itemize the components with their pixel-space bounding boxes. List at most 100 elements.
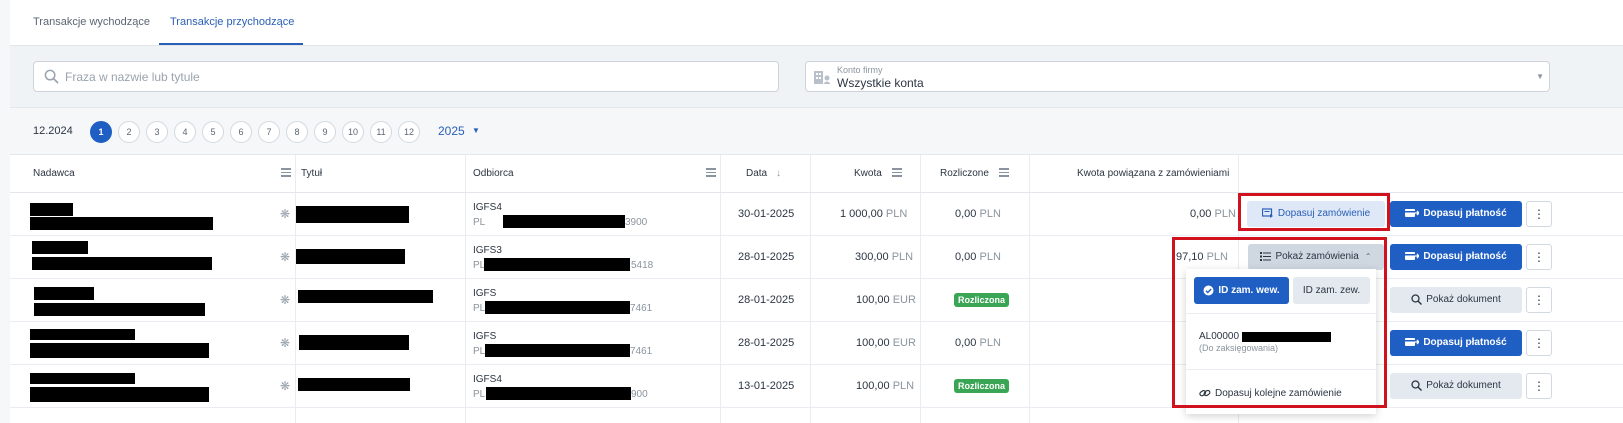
- payment-icon: [1405, 338, 1420, 347]
- month-pill-1[interactable]: 1: [90, 121, 112, 143]
- receiver-name: IGFS: [473, 288, 497, 299]
- more-actions-button[interactable]: ⋮: [1526, 330, 1552, 356]
- building-icon: [814, 71, 831, 84]
- company-account-value: Wszystkie konta: [837, 76, 924, 90]
- more-actions-button[interactable]: ⋮: [1526, 373, 1552, 399]
- chevron-down-icon: ▼: [1536, 72, 1544, 81]
- redacted-title: [299, 335, 409, 350]
- column-menu-icon[interactable]: [706, 168, 716, 178]
- search-input[interactable]: [65, 62, 765, 91]
- active-tab-indicator: [159, 43, 303, 45]
- payment-icon: [1405, 209, 1420, 218]
- search-icon: [1411, 294, 1423, 305]
- redacted-title: [296, 206, 409, 223]
- amount-cell: 300,00 PLN: [855, 251, 914, 263]
- redacted-account: [485, 344, 630, 357]
- month-pill-7[interactable]: 7: [258, 121, 280, 143]
- highlight-box: [1172, 237, 1387, 408]
- month-pill-5[interactable]: 5: [202, 121, 224, 143]
- redacted-sender: [34, 287, 94, 300]
- previous-month-link[interactable]: 12.2024: [33, 125, 73, 137]
- receiver-account-prefix: PL: [473, 303, 486, 314]
- month-pill-2[interactable]: 2: [118, 121, 140, 143]
- transaction-date: 28-01-2025: [738, 251, 795, 263]
- show-document-button[interactable]: Pokaż dokument: [1390, 373, 1522, 399]
- transaction-date: 30-01-2025: [738, 208, 795, 220]
- gear-icon[interactable]: ❋: [280, 250, 290, 264]
- receiver-account-tail: 3900: [625, 217, 648, 228]
- redacted-account: [485, 301, 630, 314]
- gear-icon[interactable]: ❋: [280, 336, 290, 350]
- redacted-sender: [30, 387, 209, 402]
- column-header-sender[interactable]: Nadawca: [33, 168, 75, 179]
- month-pill-3[interactable]: 3: [146, 121, 168, 143]
- redacted-sender: [30, 343, 209, 358]
- filter-bar: Konto firmy Wszystkie konta ▼: [10, 46, 1623, 108]
- transaction-date: 13-01-2025: [738, 380, 795, 392]
- receiver-name: IGFS: [473, 331, 497, 342]
- tab-incoming[interactable]: Transakcje przychodzące: [170, 16, 294, 28]
- highlight-box: [1238, 193, 1390, 231]
- more-actions-button[interactable]: ⋮: [1526, 287, 1552, 313]
- month-pill-9[interactable]: 9: [314, 121, 336, 143]
- search-box[interactable]: [33, 61, 779, 92]
- gear-icon[interactable]: ❋: [280, 207, 290, 221]
- receiver-account-prefix: PL: [473, 217, 486, 228]
- amount-cell: 1 000,00 PLN: [840, 208, 908, 220]
- match-payment-button[interactable]: Dopasuj płatność: [1390, 201, 1522, 227]
- month-pill-11[interactable]: 11: [370, 121, 392, 143]
- match-payment-button[interactable]: Dopasuj płatność: [1390, 244, 1522, 270]
- more-actions-button[interactable]: ⋮: [1526, 201, 1552, 227]
- tab-outgoing[interactable]: Transakcje wychodzące: [33, 16, 150, 28]
- receiver-account-tail: 7461: [630, 303, 653, 314]
- amount-cell: 100,00 PLN: [856, 380, 915, 392]
- month-pill-8[interactable]: 8: [286, 121, 308, 143]
- receiver-name: IGFS4: [473, 202, 502, 213]
- show-document-button[interactable]: Pokaż dokument: [1390, 287, 1522, 313]
- app-root: Transakcje wychodzące Transakcje przycho…: [0, 0, 1623, 423]
- month-pill-10[interactable]: 10: [342, 121, 364, 143]
- year-select[interactable]: 2025: [438, 124, 465, 138]
- search-icon: [1411, 380, 1423, 391]
- redacted-account: [484, 258, 630, 271]
- column-menu-icon[interactable]: [281, 168, 291, 178]
- amount-cell: 100,00 EUR: [856, 294, 916, 306]
- column-header-date[interactable]: Data: [746, 168, 767, 179]
- linked-amount-cell: 0,00 PLN: [1190, 208, 1236, 220]
- redacted-sender: [30, 329, 135, 340]
- month-selector: 12.2024 1 2 3 4 5 6 7 8 9 10 11 12 2025 …: [10, 108, 1623, 154]
- receiver-account-tail: 900: [631, 389, 648, 400]
- column-header-receiver[interactable]: Odbiorca: [473, 168, 514, 179]
- redacted-sender: [32, 257, 212, 270]
- month-pill-12[interactable]: 12: [398, 121, 420, 143]
- column-header-linked-amount[interactable]: Kwota powiązana z zamówieniami: [1077, 168, 1229, 179]
- settled-cell: 0,00 PLN: [955, 251, 1001, 263]
- sort-down-icon[interactable]: ↓: [776, 168, 781, 179]
- match-payment-button[interactable]: Dopasuj płatność: [1390, 330, 1522, 356]
- receiver-name: IGFS4: [473, 374, 502, 385]
- column-menu-icon[interactable]: [892, 168, 902, 178]
- month-pill-4[interactable]: 4: [174, 121, 196, 143]
- settled-cell: 0,00 PLN: [955, 208, 1001, 220]
- redacted-sender: [32, 241, 88, 254]
- column-header-amount[interactable]: Kwota: [854, 168, 882, 179]
- transaction-date: 28-01-2025: [738, 294, 795, 306]
- amount-cell: 100,00 EUR: [856, 337, 916, 349]
- gear-icon[interactable]: ❋: [280, 379, 290, 393]
- payment-icon: [1405, 252, 1420, 261]
- gear-icon[interactable]: ❋: [280, 293, 290, 307]
- column-header-settled[interactable]: Rozliczone: [940, 168, 989, 179]
- redacted-title: [298, 378, 410, 391]
- company-account-select[interactable]: Konto firmy Wszystkie konta ▼: [805, 61, 1550, 92]
- more-actions-button[interactable]: ⋮: [1526, 244, 1552, 270]
- redacted-account: [486, 387, 631, 400]
- redacted-sender: [30, 373, 135, 384]
- redacted-title: [298, 290, 433, 303]
- column-menu-icon[interactable]: [999, 168, 1009, 178]
- redacted-sender: [34, 303, 205, 316]
- month-pill-6[interactable]: 6: [230, 121, 252, 143]
- receiver-account-tail: 7461: [630, 346, 653, 357]
- column-header-title[interactable]: Tytuł: [301, 168, 322, 179]
- company-account-label: Konto firmy: [837, 65, 883, 75]
- receiver-name: IGFS3: [473, 245, 502, 256]
